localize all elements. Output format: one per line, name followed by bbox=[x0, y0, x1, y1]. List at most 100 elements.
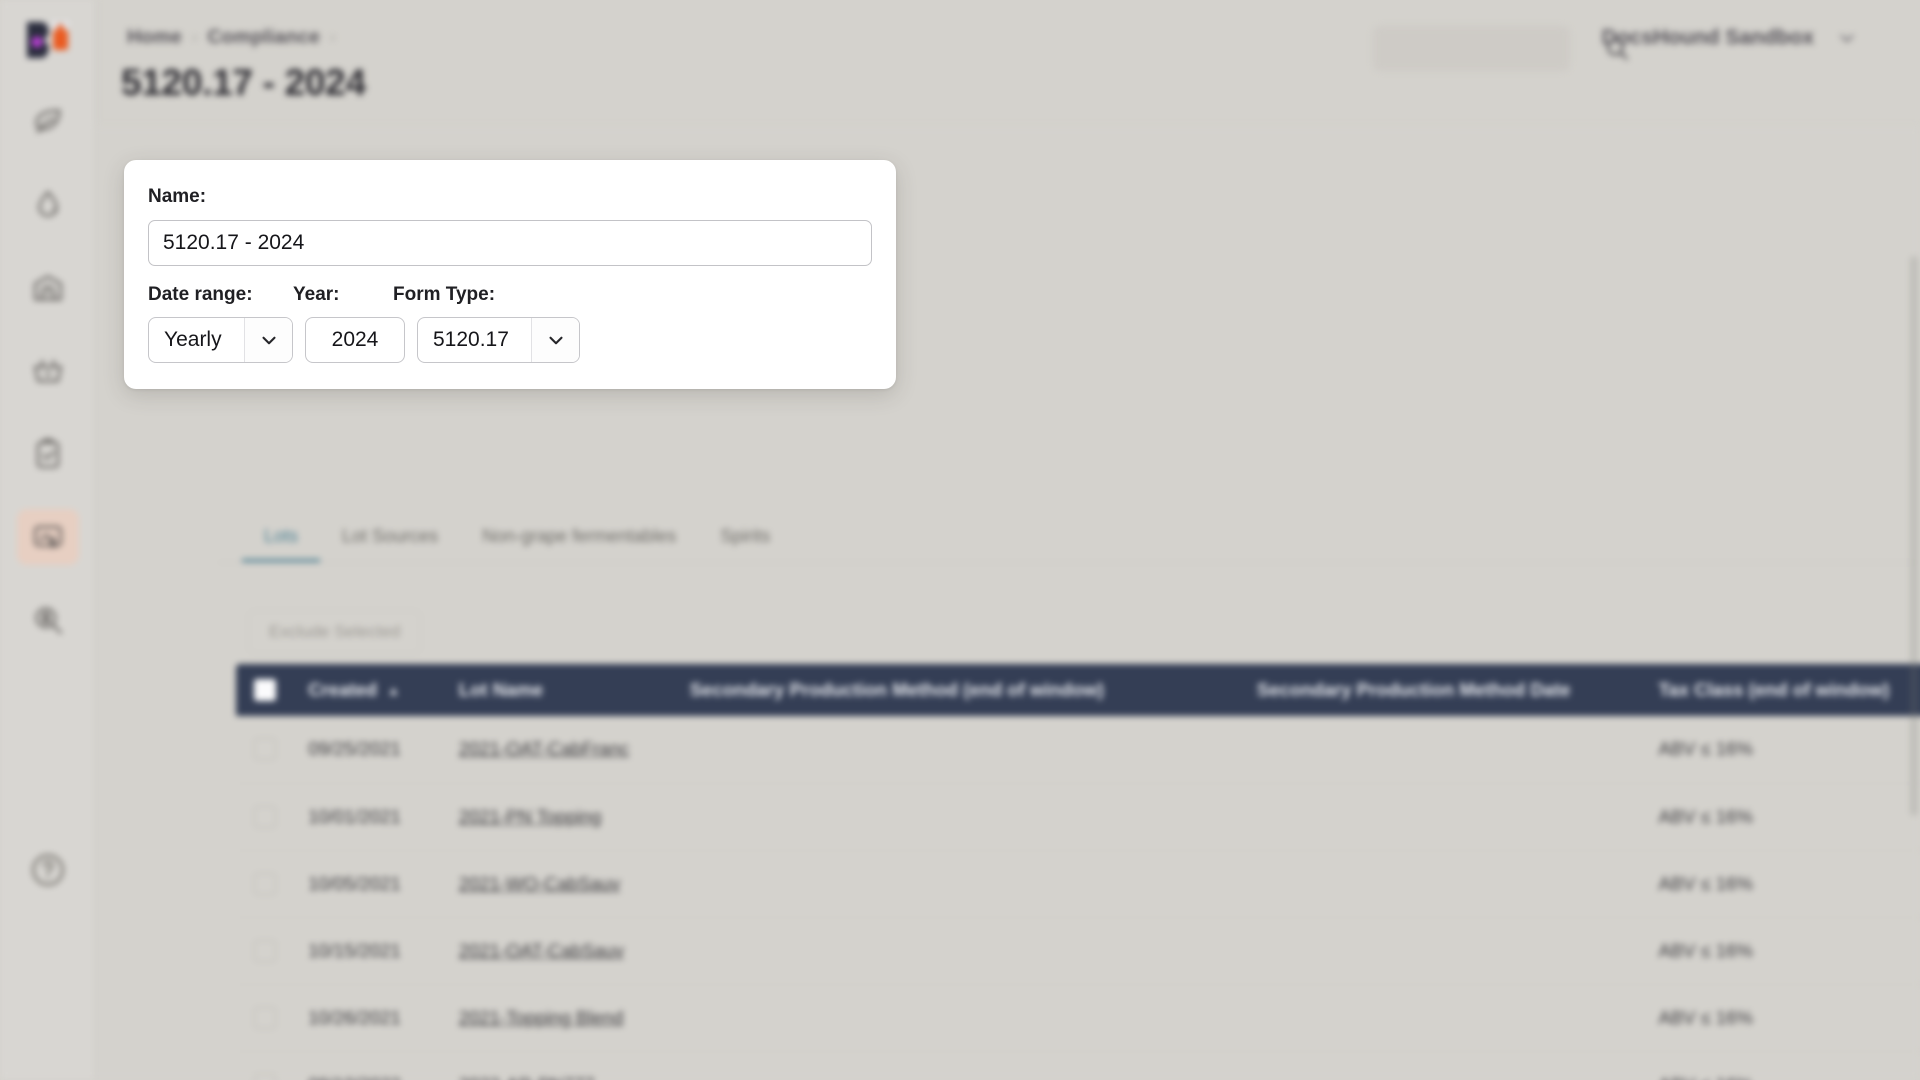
app-logo[interactable] bbox=[20, 14, 76, 66]
basket-icon bbox=[33, 359, 62, 383]
year-input-wrapper[interactable]: 2024 bbox=[305, 317, 405, 363]
name-field-label: Name: bbox=[148, 186, 207, 207]
lot-name-link[interactable]: 2021-WO-CabSauv bbox=[459, 873, 620, 894]
column-header-lot-name[interactable]: Lot Name bbox=[444, 664, 676, 716]
cell-secondary-production-method-date bbox=[1242, 917, 1645, 985]
sidebar-item-analysis[interactable] bbox=[17, 592, 79, 648]
table-row[interactable]: 09/25/2021 2021-OAT-CabFranc ABV ≤ 16% bbox=[236, 716, 1920, 784]
lot-name-link[interactable]: 2022-AR-PN777 bbox=[459, 1074, 595, 1080]
cell-secondary-production-method-date bbox=[1242, 850, 1645, 918]
cell-lot-name[interactable]: 2021-PN Topping bbox=[444, 783, 676, 851]
table-row[interactable]: 10/01/2021 2021-PN Topping ABV ≤ 16% bbox=[236, 783, 1920, 851]
form-field-labels-row: Date range: Year: Form Type: bbox=[148, 284, 872, 306]
row-select-cell[interactable] bbox=[236, 850, 295, 918]
cell-tax-class: ABV ≤ 16% bbox=[1644, 917, 1920, 985]
column-header-tax-class[interactable]: Tax Class (end of window) bbox=[1644, 664, 1920, 716]
lot-name-link[interactable]: 2021-PN Topping bbox=[459, 806, 602, 827]
exclude-selected-button[interactable]: Exclude Selected bbox=[248, 610, 422, 654]
leaf-icon bbox=[34, 109, 61, 134]
tab-lots[interactable]: Lots bbox=[242, 526, 320, 562]
select-all-header[interactable] bbox=[236, 664, 295, 716]
cell-secondary-production-method-date bbox=[1242, 984, 1645, 1052]
cell-tax-class: ABV ≤ 16% bbox=[1644, 1051, 1920, 1080]
cell-lot-name[interactable]: 2021-WO-CabSauv bbox=[444, 850, 676, 918]
row-select-cell[interactable] bbox=[236, 1051, 295, 1080]
row-select-cell[interactable] bbox=[236, 716, 295, 784]
form-type-select[interactable]: 5120.17 bbox=[417, 317, 580, 363]
tab-lot-sources[interactable]: Lot Sources bbox=[320, 526, 460, 562]
cell-lot-name[interactable]: 2022-AR-PN777 bbox=[444, 1051, 676, 1080]
help-button[interactable] bbox=[26, 848, 70, 892]
column-header-secondary-production-method-date[interactable]: Secondary Production Method Date bbox=[1242, 664, 1645, 716]
lot-name-link[interactable]: 2021-OAT-CabFranc bbox=[459, 738, 629, 759]
column-header-created[interactable]: Created ▲ bbox=[294, 664, 445, 716]
sidebar-item-compliance[interactable] bbox=[16, 509, 79, 565]
date-range-select[interactable]: Yearly bbox=[148, 317, 293, 363]
row-checkbox[interactable] bbox=[254, 738, 276, 761]
tab-spirits[interactable]: Spirits bbox=[698, 526, 792, 562]
year-label: Year: bbox=[293, 284, 340, 305]
vertical-scrollbar[interactable] bbox=[1910, 256, 1918, 816]
breadcrumb-item-compliance[interactable]: Compliance bbox=[200, 26, 329, 49]
cell-lot-name[interactable]: 2021-OAT-CabFranc bbox=[444, 716, 676, 784]
breadcrumb-separator-2: › bbox=[330, 28, 336, 46]
sidebar-item-vineyard[interactable] bbox=[17, 94, 79, 150]
cell-lot-name[interactable]: 2021-Topping Blend bbox=[444, 984, 676, 1052]
table-row[interactable]: 10/26/2021 2021-Topping Blend ABV ≤ 16% bbox=[236, 984, 1920, 1052]
table-head: Created ▲ Lot Name Secondary Production … bbox=[236, 664, 1920, 716]
cell-created: 10/01/2021 bbox=[294, 783, 445, 851]
table-header-row: Created ▲ Lot Name Secondary Production … bbox=[236, 664, 1920, 716]
row-checkbox[interactable] bbox=[254, 939, 276, 962]
cell-created: 09/25/2021 bbox=[294, 716, 445, 784]
form-settings-card: Name: Date range: Year: Form Type: Yearl… bbox=[124, 160, 896, 389]
tab-bar: Lots Lot Sources Non-grape fermentables … bbox=[218, 526, 1918, 563]
row-select-cell[interactable] bbox=[236, 984, 295, 1052]
row-checkbox[interactable] bbox=[254, 872, 276, 895]
clipboard-check-icon bbox=[36, 438, 59, 469]
search-input[interactable] bbox=[1373, 26, 1604, 71]
cell-lot-name[interactable]: 2021-OAT-CabSauv bbox=[444, 917, 676, 985]
form-type-value: 5120.17 bbox=[433, 328, 509, 351]
cell-secondary-production-method bbox=[675, 783, 1243, 851]
global-search[interactable] bbox=[1373, 26, 1628, 71]
droplet-icon bbox=[37, 190, 58, 217]
table-row[interactable]: 09/10/2022 2022-AR-PN777 ABV ≤ 16% bbox=[236, 1051, 1920, 1080]
page-title: 5120.17 - 2024 bbox=[121, 62, 366, 103]
column-header-secondary-production-method[interactable]: Secondary Production Method (end of wind… bbox=[675, 664, 1243, 716]
lots-table: Created ▲ Lot Name Secondary Production … bbox=[236, 664, 1920, 1080]
breadcrumb-item-home[interactable]: Home bbox=[119, 26, 190, 49]
sidebar-item-cellar[interactable] bbox=[17, 260, 79, 316]
sidebar-item-harvest[interactable] bbox=[17, 343, 79, 399]
sidebar-item-work-orders[interactable] bbox=[17, 426, 79, 482]
sort-ascending-icon: ▲ bbox=[387, 682, 400, 698]
tenant-switcher[interactable]: DocsHound Sandbox bbox=[1602, 26, 1858, 50]
sidebar-icon-list bbox=[0, 94, 95, 648]
cell-secondary-production-method bbox=[675, 716, 1243, 784]
sidebar-item-production[interactable] bbox=[17, 177, 79, 233]
cell-created: 10/26/2021 bbox=[294, 984, 445, 1052]
table-row[interactable]: 10/05/2021 2021-WO-CabSauv ABV ≤ 16% bbox=[236, 850, 1920, 918]
cell-tax-class: ABV ≤ 16% bbox=[1644, 984, 1920, 1052]
row-checkbox[interactable] bbox=[254, 805, 276, 828]
row-select-cell[interactable] bbox=[236, 917, 295, 985]
cell-created: 10/15/2021 bbox=[294, 917, 445, 985]
row-checkbox[interactable] bbox=[254, 1073, 276, 1080]
dollar-search-icon bbox=[34, 607, 62, 635]
year-value[interactable]: 2024 bbox=[306, 328, 404, 352]
lot-name-link[interactable]: 2021-Topping Blend bbox=[459, 1007, 624, 1028]
help-circle-icon bbox=[31, 854, 64, 886]
row-checkbox[interactable] bbox=[254, 1006, 276, 1029]
date-range-label: Date range: bbox=[148, 284, 253, 305]
row-select-cell[interactable] bbox=[236, 783, 295, 851]
date-range-value: Yearly bbox=[164, 328, 222, 351]
tenant-name: DocsHound Sandbox bbox=[1601, 26, 1814, 49]
cell-secondary-production-method bbox=[675, 917, 1243, 985]
cell-secondary-production-method bbox=[675, 1051, 1243, 1080]
chevron-down-icon bbox=[531, 318, 579, 362]
table-row[interactable]: 10/15/2021 2021-OAT-CabSauv ABV ≤ 16% bbox=[236, 917, 1920, 985]
tab-non-grape-fermentables[interactable]: Non-grape fermentables bbox=[460, 526, 698, 562]
name-input[interactable] bbox=[148, 220, 872, 266]
select-all-checkbox[interactable] bbox=[254, 679, 276, 701]
cell-tax-class: ABV ≤ 16% bbox=[1644, 716, 1920, 784]
lot-name-link[interactable]: 2021-OAT-CabSauv bbox=[459, 940, 624, 961]
